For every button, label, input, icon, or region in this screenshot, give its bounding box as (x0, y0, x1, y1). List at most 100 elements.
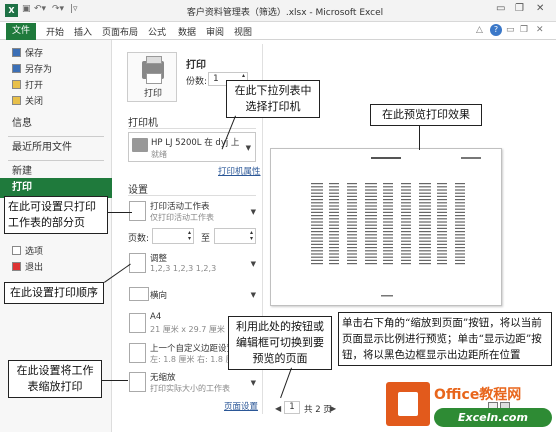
preview-cell-mark (401, 192, 411, 194)
preview-cell-mark (383, 253, 393, 255)
preview-cell-mark (455, 221, 465, 223)
preview-cell-mark (419, 224, 431, 226)
preview-cell-mark (419, 259, 431, 261)
printer-properties-link[interactable]: 打印机属性 (218, 165, 261, 177)
print-scope-select[interactable]: 打印活动工作表 仅打印活动工作表 ▼ (128, 198, 256, 226)
preview-cell-mark (329, 218, 339, 220)
sidebar-item-exit[interactable]: 退出 (0, 260, 112, 276)
preview-cell-mark (419, 215, 431, 217)
sidebar-item-print[interactable]: 打印 (0, 178, 112, 198)
workbook-restore-icon[interactable]: ❐ (520, 25, 528, 35)
preview-cell-mark (365, 224, 377, 226)
collate-select[interactable]: 调整 1,2,3 1,2,3 1,2,3 ▼ (128, 250, 256, 278)
badge-url: Exceln.com (434, 408, 552, 427)
preview-cell-mark (365, 237, 377, 239)
preview-cell-mark (311, 211, 323, 213)
tab-file[interactable]: 文件 (6, 23, 36, 40)
pages-from-input[interactable]: ▴ ▾ (152, 228, 194, 244)
preview-cell-mark (347, 259, 357, 261)
preview-cell-mark (401, 199, 411, 201)
redo-icon[interactable]: ↷▾ (52, 4, 64, 14)
sidebar-item-recent[interactable]: 最近所用文件 (0, 140, 112, 156)
preview-cell-mark (365, 192, 377, 194)
page-number-input[interactable]: 1 (284, 401, 300, 414)
callout-zoom-margins: 单击右下角的“缩放到页面”按钮，将以当前页面显示比例进行预览；单击“显示边距”按… (338, 312, 552, 366)
preview-cell-mark (311, 186, 323, 188)
orientation-select[interactable]: 横向 ▼ (128, 281, 256, 309)
preview-cell-mark (365, 211, 377, 213)
tab-view[interactable]: 视图 (234, 25, 252, 38)
preview-cell-mark (455, 186, 465, 188)
preview-cell-mark (365, 234, 377, 236)
restore-icon[interactable]: ❐ (515, 3, 524, 14)
help-icon[interactable]: ? (490, 24, 502, 36)
preview-cell-mark (365, 247, 377, 249)
preview-cell-mark (419, 250, 431, 252)
workbook-minimize-icon[interactable]: ▭ (506, 25, 515, 35)
preview-cell-mark (365, 186, 377, 188)
prev-page-icon[interactable]: ◀ (275, 404, 281, 413)
preview-cell-mark (365, 215, 377, 217)
sidebar-item-open[interactable]: 打开 (0, 78, 112, 94)
open-folder-icon (12, 80, 21, 89)
callout-preview-effect: 在此预览打印效果 (370, 104, 482, 126)
preview-cell-mark (401, 231, 411, 233)
page-setup-link[interactable]: 页面设置 (224, 400, 258, 412)
callout-print-order: 在此设置打印顺序 (4, 282, 104, 304)
next-page-icon[interactable]: ▶ (330, 404, 336, 413)
preview-cell-mark (383, 250, 393, 252)
preview-cell-mark (311, 221, 323, 223)
collate-icon (129, 253, 146, 273)
pages-to-spinner-icon[interactable]: ▴ ▾ (250, 230, 253, 242)
tab-data[interactable]: 数据 (178, 25, 196, 38)
print-button[interactable]: 打印 (127, 52, 177, 102)
preview-cell-mark (383, 256, 393, 258)
sidebar-item-save-as[interactable]: 另存为 (0, 62, 112, 78)
sidebar-item-close[interactable]: 关闭 (0, 94, 112, 110)
printer-select[interactable]: HP LJ 5200L 在 dyj 上 就绪 ▼ (128, 132, 256, 162)
preview-cell-mark (455, 237, 465, 239)
preview-cell-mark (437, 250, 447, 252)
settings-heading: 设置 (128, 185, 148, 196)
minimize-icon[interactable]: ▭ (496, 3, 505, 14)
save-quick-icon[interactable]: ▣ (22, 4, 31, 14)
save-as-icon (12, 64, 21, 73)
undo-icon[interactable]: ↶▾ (34, 4, 46, 14)
preview-cell-mark (347, 221, 357, 223)
preview-cell-mark (419, 263, 431, 265)
preview-cell-mark (401, 237, 411, 239)
preview-cell-mark (347, 195, 357, 197)
tab-home[interactable]: 开始 (46, 25, 64, 38)
customize-quick-access-icon[interactable]: |▿ (70, 4, 78, 14)
minimize-ribbon-icon[interactable]: △ (476, 25, 483, 35)
tab-review[interactable]: 审阅 (206, 25, 224, 38)
tab-page-layout[interactable]: 页面布局 (102, 25, 138, 38)
close-icon[interactable]: ✕ (536, 3, 544, 14)
preview-cell-mark (455, 259, 465, 261)
sidebar-item-save[interactable]: 保存 (0, 46, 112, 62)
scaling-select[interactable]: 无缩放 打印实际大小的工作表 ▼ (128, 369, 256, 397)
preview-cell-mark (311, 202, 323, 204)
tab-formulas[interactable]: 公式 (148, 25, 166, 38)
paper-icon (129, 313, 146, 333)
preview-cell-mark (401, 195, 411, 197)
preview-cell-mark (383, 208, 393, 210)
preview-cell-mark (437, 192, 447, 194)
preview-cell-mark (401, 211, 411, 213)
tab-insert[interactable]: 插入 (74, 25, 92, 38)
preview-cell-mark (419, 240, 431, 242)
sidebar-item-info[interactable]: 信息 (0, 116, 112, 132)
preview-cell-mark (329, 231, 339, 233)
preview-cell-mark (329, 224, 339, 226)
pages-from-spinner-icon[interactable]: ▴ ▾ (188, 230, 191, 242)
callout-page-nav: 利用此处的按钮或编辑框可切换到要预览的页面 (228, 316, 332, 370)
preview-cell-mark (419, 218, 431, 220)
printer-icon (142, 56, 164, 84)
worksheet-icon (129, 201, 146, 221)
workbook-close-icon[interactable]: ✕ (536, 25, 544, 35)
preview-cell-mark (365, 195, 377, 197)
preview-cell-mark (437, 218, 447, 220)
pages-to-input[interactable]: ▴ ▾ (214, 228, 256, 244)
sidebar-item-options[interactable]: 选项 (0, 244, 112, 260)
preview-cell-mark (329, 215, 339, 217)
